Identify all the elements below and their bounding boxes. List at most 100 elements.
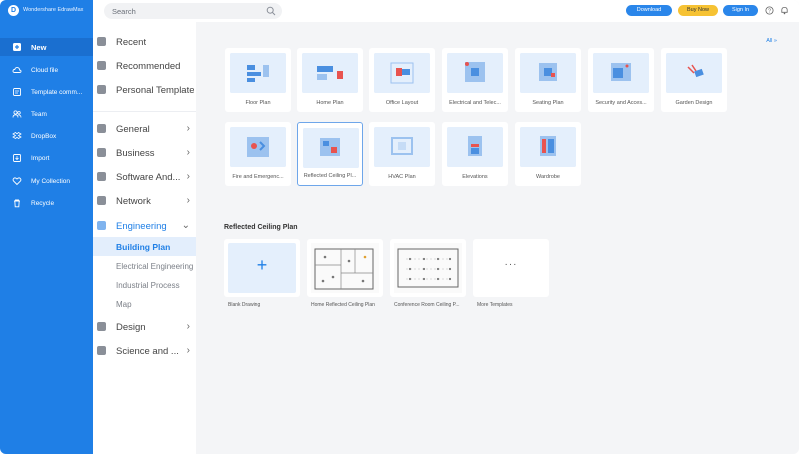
security-access-thumbnail	[593, 53, 649, 93]
category-network[interactable]: Network ›	[93, 191, 196, 211]
category-label: Engineering	[116, 221, 167, 232]
fire-emergency-thumbnail	[230, 127, 286, 167]
home-ceiling-plan-thumbnail	[311, 243, 379, 293]
template-label: Floor Plan	[245, 100, 271, 106]
chevron-down-icon: ⌄	[181, 220, 190, 231]
category-science[interactable]: Science and ... ›	[93, 341, 196, 361]
team-icon	[12, 110, 22, 118]
template-electrical-telecom[interactable]: Electrical and Telec...	[442, 48, 508, 112]
more-templates-card[interactable]: ···	[473, 239, 549, 297]
section-title: Reflected Ceiling Plan	[224, 224, 298, 231]
bell-icon[interactable]	[780, 6, 789, 15]
svg-text:?: ?	[768, 8, 771, 14]
subcategory-electrical-engineering[interactable]: Electrical Engineering	[93, 257, 196, 276]
heart-icon	[12, 177, 22, 186]
design-icon	[97, 322, 106, 331]
nav-item-import[interactable]: Import	[0, 149, 93, 167]
template-label: Elevations	[462, 174, 488, 180]
template-label: Fire and Emergenc...	[232, 174, 284, 180]
blank-drawing-thumbnail: +	[228, 243, 296, 293]
conference-room-ceiling-card[interactable]	[390, 239, 466, 297]
all-templates-link[interactable]: All »	[766, 38, 777, 44]
home-reflected-ceiling-card[interactable]	[307, 239, 383, 297]
search-icon[interactable]	[266, 6, 276, 16]
template-label: Garden Design	[675, 100, 713, 106]
nav-label: Team	[31, 110, 47, 118]
nav-item-team[interactable]: Team	[0, 105, 93, 123]
more-icon: ···	[504, 259, 518, 270]
category-recent[interactable]: Recent	[93, 32, 196, 52]
app-logo: D	[8, 5, 19, 16]
home-plan-thumbnail	[302, 53, 358, 93]
template-wardrobe[interactable]: Wardrobe	[515, 122, 581, 186]
reflected-ceiling-plan-thumbnail	[303, 128, 359, 168]
template-garden-design[interactable]: Garden Design	[661, 48, 727, 112]
chevron-right-icon: ›	[186, 195, 190, 206]
template-reflected-ceiling-plan[interactable]: Reflected Ceiling Pl...	[297, 122, 363, 186]
trash-icon	[14, 199, 20, 208]
category-software[interactable]: Software And... ›	[93, 167, 196, 187]
nav-item-new[interactable]: New	[0, 38, 93, 56]
nav-label: Recycle	[31, 199, 55, 207]
subcategory-map[interactable]: Map	[93, 295, 196, 314]
elevations-thumbnail	[447, 127, 503, 167]
category-personal-templates[interactable]: Personal Templates	[93, 80, 196, 100]
chevron-right-icon: ›	[186, 345, 190, 356]
subcategory-label: Industrial Process	[116, 281, 180, 290]
template-elevations[interactable]: Elevations	[442, 122, 508, 186]
app-window: Search Download Buy Now Sign In ? D Wond…	[0, 0, 799, 454]
nav-item-dropbox[interactable]: DropBox	[0, 127, 93, 145]
nav-item-template-community[interactable]: Template comm...	[0, 83, 93, 101]
floor-plan-thumbnail	[230, 53, 286, 93]
subcategory-building-plan[interactable]: Building Plan	[93, 237, 196, 256]
subcategory-label: Electrical Engineering	[116, 262, 194, 271]
general-icon	[97, 124, 106, 133]
template-label: HVAC Plan	[388, 174, 416, 180]
template-hvac-plan[interactable]: HVAC Plan	[369, 122, 435, 186]
category-label: Recent	[116, 37, 147, 48]
category-engineering[interactable]: Engineering ⌄	[93, 216, 196, 236]
template-label: Reflected Ceiling Pl...	[303, 173, 357, 179]
top-bar: Search Download Buy Now Sign In ?	[0, 0, 799, 22]
network-icon	[97, 196, 106, 205]
chevron-right-icon: ›	[186, 123, 190, 134]
buy-now-button[interactable]: Buy Now	[678, 5, 718, 16]
category-design[interactable]: Design ›	[93, 317, 196, 337]
template-seating-plan[interactable]: Seating Plan	[515, 48, 581, 112]
clock-icon	[97, 37, 106, 46]
template-floor-plan[interactable]: Floor Plan	[225, 48, 291, 112]
star-icon	[97, 61, 106, 70]
category-business[interactable]: Business ›	[93, 143, 196, 163]
nav-label: Cloud file	[31, 66, 59, 74]
search-input[interactable]: Search	[104, 3, 282, 19]
science-icon	[97, 346, 106, 355]
conference-ceiling-plan-thumbnail	[394, 243, 462, 293]
category-label: Science and ...	[116, 346, 179, 357]
blank-drawing-card[interactable]: +	[224, 239, 300, 297]
template-office-layout[interactable]: Office Layout	[369, 48, 435, 112]
sign-in-button[interactable]: Sign In	[723, 5, 758, 16]
template-label: Home Plan	[316, 100, 344, 106]
nav-item-recycle[interactable]: Recycle	[0, 194, 93, 212]
subcategory-industrial-process[interactable]: Industrial Process	[93, 276, 196, 295]
cloud-icon	[12, 67, 22, 73]
software-icon	[97, 172, 106, 181]
template-icon	[13, 88, 21, 96]
category-general[interactable]: General ›	[93, 119, 196, 139]
help-icon[interactable]: ?	[765, 6, 774, 15]
chevron-right-icon: ›	[186, 147, 190, 158]
card-label: Conference Room Ceiling P...	[394, 302, 460, 308]
category-recommended[interactable]: Recommended	[93, 56, 196, 76]
chevron-right-icon: ›	[186, 321, 190, 332]
download-button[interactable]: Download	[626, 5, 672, 16]
template-label: Office Layout	[385, 100, 419, 106]
template-security-access[interactable]: Security and Acces...	[588, 48, 654, 112]
search-placeholder: Search	[112, 7, 136, 16]
template-fire-emergency[interactable]: Fire and Emergenc...	[225, 122, 291, 186]
plus-icon	[13, 43, 21, 51]
nav-item-cloud-file[interactable]: Cloud file	[0, 61, 93, 79]
engineering-icon	[97, 221, 106, 230]
nav-item-my-collection[interactable]: My Collection	[0, 172, 93, 190]
template-home-plan[interactable]: Home Plan	[297, 48, 363, 112]
subcategory-label: Map	[116, 300, 132, 309]
